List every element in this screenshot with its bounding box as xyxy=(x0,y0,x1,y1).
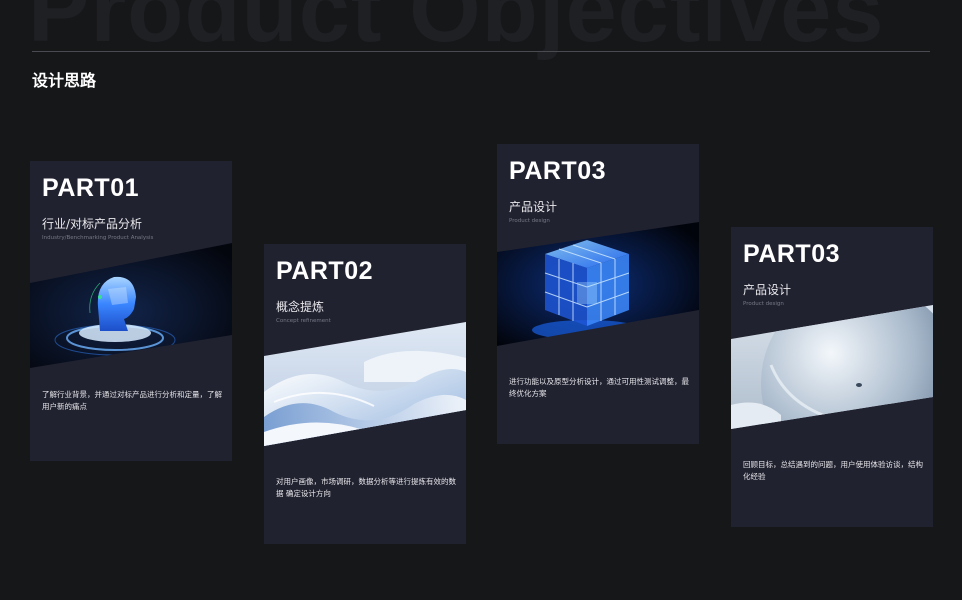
card-part-label: PART03 xyxy=(509,157,607,185)
white-waves-image xyxy=(264,322,466,446)
glowing-cube-image xyxy=(497,222,699,346)
card-part-label: PART01 xyxy=(42,174,140,202)
glass-sphere-image xyxy=(731,305,933,429)
card-description: 进行功能以及原型分析设计，通过可用性测试调整，最终优化方案 xyxy=(509,377,689,398)
card-description: 对用户画像，市场调研，数据分析等进行提炼有效的数据 确定设计方向 xyxy=(276,477,456,498)
card-description: 回顾目标，总结遇到的问题，用户使用体验访谈，结构化经验 xyxy=(743,460,923,481)
section-heading: 设计思路 xyxy=(32,71,97,90)
card-title: 行业/对标产品分析 xyxy=(42,217,143,231)
header-divider xyxy=(32,51,930,52)
card-part-label: PART03 xyxy=(743,240,841,268)
card-part02: PART02 概念提炼 Concept refinement 对用户画像，市场调… xyxy=(264,244,466,544)
card-subtitle: Industry/Benchmarking Product Analysis xyxy=(42,235,154,241)
card-part04: PART03 产品设计 Product design 回顾目标，总结遇到的问题，… xyxy=(731,227,933,527)
card-part03: PART03 产品设计 Product design 进行功能以及原型分析设计，… xyxy=(497,144,699,444)
card-part01: PART01 行业/对标产品分析 Industry/Benchmarking P… xyxy=(30,161,232,461)
card-title: 产品设计 xyxy=(743,283,792,297)
card-title: 概念提炼 xyxy=(276,300,325,314)
card-description: 了解行业背景，并通过对标产品进行分析和定量，了解用户新的痛点 xyxy=(42,390,222,411)
card-title: 产品设计 xyxy=(509,200,558,214)
card-part-label: PART02 xyxy=(276,257,374,285)
background-watermark-title: Product Objectives xyxy=(28,0,885,61)
crystal-head-image xyxy=(30,243,232,368)
